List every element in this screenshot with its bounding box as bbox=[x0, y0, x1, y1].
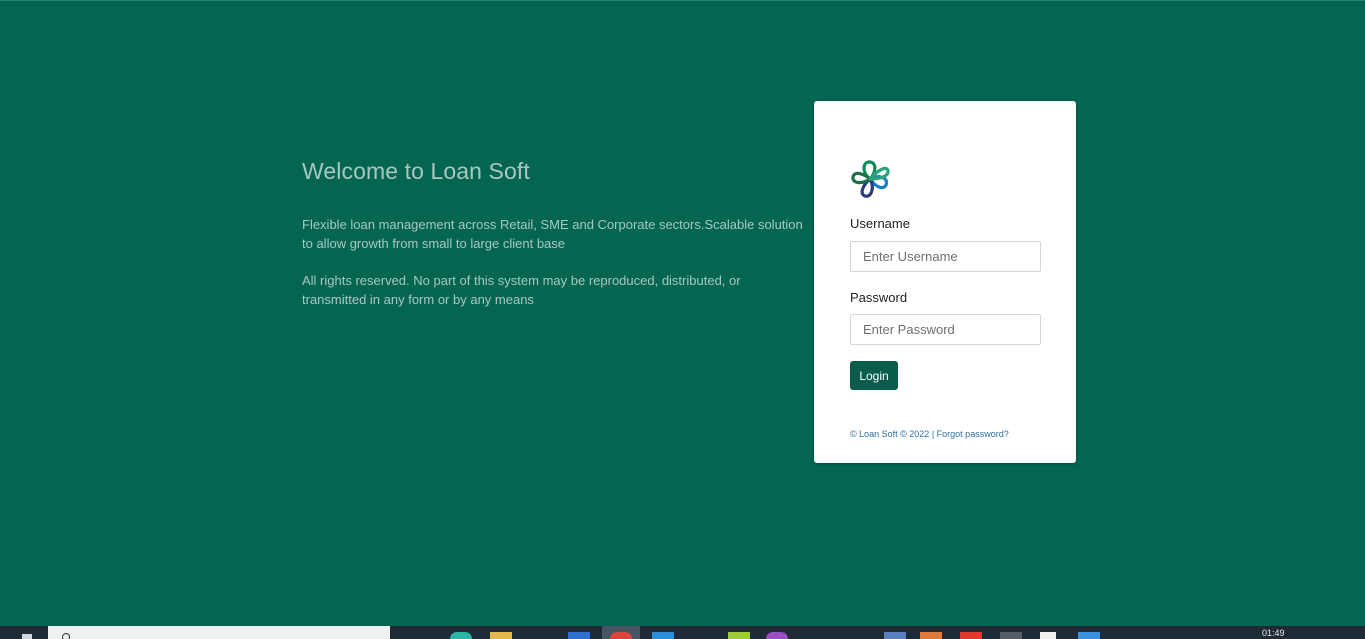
top-border bbox=[0, 0, 1365, 1]
taskbar-app-icon[interactable] bbox=[1000, 632, 1022, 639]
copyright-text: © Loan Soft © 2022 bbox=[850, 429, 930, 439]
taskbar-app-icon[interactable] bbox=[652, 632, 674, 639]
password-label: Password bbox=[850, 290, 908, 305]
footer-separator: | bbox=[929, 429, 937, 439]
os-taskbar: 01:49 bbox=[0, 626, 1365, 639]
username-label: Username bbox=[850, 216, 910, 231]
taskbar-app-icon[interactable] bbox=[568, 632, 590, 639]
taskbar-clock: 01:49 bbox=[1262, 628, 1285, 638]
rights-notice: All rights reserved. No part of this sys… bbox=[302, 273, 741, 307]
forgot-password-link[interactable]: Forgot password? bbox=[937, 429, 1009, 439]
welcome-title: Welcome to Loan Soft bbox=[302, 158, 530, 184]
taskbar-app-icon[interactable] bbox=[766, 632, 788, 639]
search-icon bbox=[62, 633, 70, 639]
taskbar-search-box[interactable] bbox=[48, 626, 390, 639]
taskbar-app-icon[interactable] bbox=[728, 632, 750, 639]
taskbar-app-icon[interactable] bbox=[960, 632, 982, 639]
login-button[interactable]: Login bbox=[850, 361, 898, 390]
password-input[interactable] bbox=[850, 314, 1041, 345]
login-card: Username Password Login © Loan Soft © 20… bbox=[814, 101, 1076, 463]
start-icon[interactable] bbox=[22, 634, 32, 639]
taskbar-app-icon[interactable] bbox=[1078, 632, 1100, 639]
taskbar-app-icon[interactable] bbox=[884, 632, 906, 639]
folder-icon[interactable] bbox=[490, 632, 512, 639]
taskbar-app-icon[interactable] bbox=[1040, 632, 1056, 639]
browser-icon[interactable] bbox=[610, 632, 632, 639]
card-footer: © Loan Soft © 2022 | Forgot password? bbox=[850, 429, 1009, 439]
taskbar-app-icon[interactable] bbox=[450, 632, 472, 639]
taskbar-app-icon[interactable] bbox=[920, 632, 942, 639]
flower-logo-icon bbox=[849, 158, 891, 200]
username-input[interactable] bbox=[850, 241, 1041, 272]
welcome-description: Flexible loan management across Retail, … bbox=[302, 217, 803, 251]
